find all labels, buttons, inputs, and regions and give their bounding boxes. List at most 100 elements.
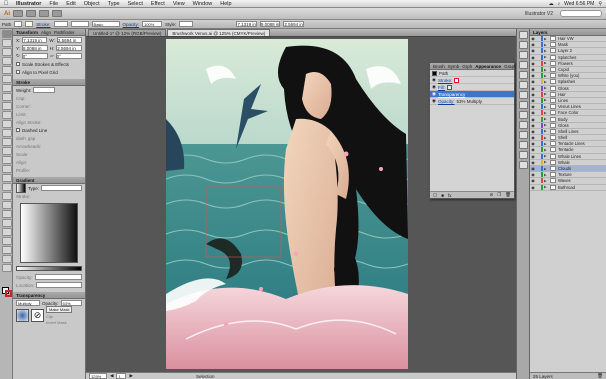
duplicate-icon[interactable]: ❐ [497, 192, 501, 198]
layer-name[interactable]: Clouds [558, 166, 571, 171]
tab-align[interactable]: Align [41, 30, 51, 35]
layer-name[interactable]: Splashes [558, 79, 575, 84]
free-transform-tool-icon[interactable] [1, 156, 12, 164]
search-icon[interactable]: ⚲ [598, 1, 602, 7]
layer-name[interactable]: Layer 2 [558, 48, 572, 53]
workspace-switcher[interactable]: Illustrator V2 [525, 11, 553, 17]
volume-icon[interactable]: ♪ [558, 1, 561, 7]
make-mask-button[interactable]: Make Mask [46, 305, 73, 313]
eye-icon[interactable]: ◉ [530, 98, 536, 103]
transform-x-field[interactable]: 7.1319 in [22, 37, 48, 43]
brush-dropdown[interactable]: Basic [91, 21, 120, 27]
scale-tool-icon[interactable] [1, 138, 12, 146]
expand-triangle-icon[interactable]: ▶ [544, 80, 548, 84]
transform-w-field[interactable]: 2.5694 in [56, 37, 82, 43]
layer-name[interactable]: Whale Lines [558, 154, 581, 159]
eye-icon[interactable]: ◉ [530, 154, 536, 159]
stroke-attr-label[interactable]: Stroke: [438, 78, 452, 83]
eye-icon[interactable]: ◉ [530, 86, 536, 91]
layer-name[interactable]: Bathroad [558, 185, 575, 190]
expand-triangle-icon[interactable]: ▶ [544, 154, 548, 158]
layer-name[interactable]: Venus Lines [558, 104, 581, 109]
menu-help[interactable]: Help [216, 1, 235, 7]
y-field[interactable]: 9.0088 in [259, 21, 281, 27]
trash-icon[interactable]: 🗑 [505, 192, 514, 198]
expand-triangle-icon[interactable]: ▶ [544, 61, 548, 65]
gradient-location-field[interactable] [36, 282, 82, 288]
magic-wand-tool-icon[interactable] [1, 48, 12, 56]
opt-scale-strokes[interactable]: Scale Strokes & Effects [13, 60, 85, 68]
align-pixel-checkbox[interactable] [16, 70, 20, 74]
layer-name[interactable]: White (you) [558, 73, 579, 78]
tab-graphic[interactable]: Grph [462, 64, 472, 69]
eye-icon[interactable]: ◉ [530, 178, 536, 183]
expand-triangle-icon[interactable]: ▶ [544, 74, 548, 78]
eye-icon[interactable]: ◉ [530, 79, 536, 84]
appearance-stroke-row[interactable]: ◉ Stroke: [430, 77, 514, 84]
layer-name[interactable]: Tentacle [558, 147, 574, 152]
apple-icon[interactable]:  [0, 1, 12, 7]
eraser-tool-icon[interactable] [1, 120, 12, 128]
opt-align-pixel[interactable]: Align to Pixel Grid [13, 68, 85, 76]
tab-symbols[interactable]: Symb [448, 64, 460, 69]
eye-icon[interactable]: ◉ [530, 55, 536, 60]
clear-appearance-icon[interactable]: ⊘ [489, 192, 493, 198]
eye-icon[interactable]: ◉ [432, 98, 436, 104]
arrange-icon[interactable] [26, 10, 36, 17]
expand-triangle-icon[interactable]: ▶ [544, 43, 548, 47]
variable-width-dropdown[interactable] [70, 21, 89, 27]
layer-name[interactable]: Hair VW [558, 36, 574, 41]
gradient-type-dropdown[interactable] [41, 185, 82, 191]
align-panel-icon[interactable] [518, 151, 528, 159]
no-mask-icon[interactable]: ⊘ [31, 308, 44, 322]
mesh-tool-icon[interactable] [1, 183, 12, 191]
fx-icon[interactable]: fx [448, 193, 452, 198]
layer-name[interactable]: Waves [558, 178, 571, 183]
eye-icon[interactable]: ◉ [530, 117, 536, 122]
menu-file[interactable]: File [45, 1, 62, 7]
layer-name[interactable]: Tentacle Lines [558, 141, 585, 146]
paintbrush-tool-icon[interactable] [1, 93, 12, 101]
eye-icon[interactable]: ◉ [530, 67, 536, 72]
rotate-field[interactable]: 0° [21, 53, 49, 59]
transform-y-field[interactable]: 8.0088 in [22, 45, 48, 51]
menu-edit[interactable]: Edit [62, 1, 79, 7]
pencil-tool-icon[interactable] [1, 102, 12, 110]
new-stroke-icon[interactable]: ▢ [433, 192, 437, 198]
eye-icon[interactable]: ◉ [432, 91, 436, 97]
eye-icon[interactable]: ◉ [530, 147, 536, 152]
stroke-weight-field[interactable] [53, 21, 68, 27]
eye-icon[interactable]: ◉ [530, 61, 536, 66]
eye-icon[interactable]: ◉ [530, 73, 536, 78]
expand-triangle-icon[interactable]: ▶ [544, 179, 548, 183]
menu-object[interactable]: Object [80, 1, 104, 7]
expand-triangle-icon[interactable]: ▶ [544, 92, 548, 96]
blend-mode-dropdown[interactable]: Multiply [16, 300, 40, 306]
screen-mode-icon[interactable] [39, 10, 49, 17]
tab-stroke[interactable]: Stroke [16, 80, 30, 85]
menu-window[interactable]: Window [189, 1, 217, 7]
transparency-panel-icon[interactable] [518, 141, 528, 149]
scale-strokes-checkbox[interactable] [16, 62, 20, 66]
eye-icon[interactable]: ◉ [530, 48, 536, 53]
wifi-icon[interactable]: ☁ [549, 1, 554, 7]
eye-icon[interactable]: ◉ [530, 36, 536, 41]
direct-selection-tool-icon[interactable] [1, 39, 12, 47]
style-dropdown[interactable] [179, 21, 194, 27]
layer-name[interactable]: Splatches [558, 55, 576, 60]
menu-effect[interactable]: Effect [147, 1, 169, 7]
eye-icon[interactable]: ◉ [432, 84, 436, 90]
expand-triangle-icon[interactable]: ▶ [544, 111, 548, 115]
graphic-styles-icon[interactable] [518, 81, 528, 89]
blend-tool-icon[interactable] [1, 210, 12, 218]
selection-tool-icon[interactable] [1, 30, 12, 38]
fill-attr-label[interactable]: Fill: [438, 85, 445, 90]
stroke-color-icon[interactable] [5, 290, 12, 297]
perspective-grid-tool-icon[interactable] [1, 174, 12, 182]
stroke-swatch[interactable] [25, 21, 34, 27]
gradient-tool-icon[interactable] [1, 192, 12, 200]
artboards-panel-icon[interactable] [518, 111, 528, 119]
shear-field[interactable]: 0° [55, 53, 82, 59]
tab-brush[interactable]: Brush [433, 64, 445, 69]
opacity-label[interactable]: Opacity: [123, 22, 140, 27]
